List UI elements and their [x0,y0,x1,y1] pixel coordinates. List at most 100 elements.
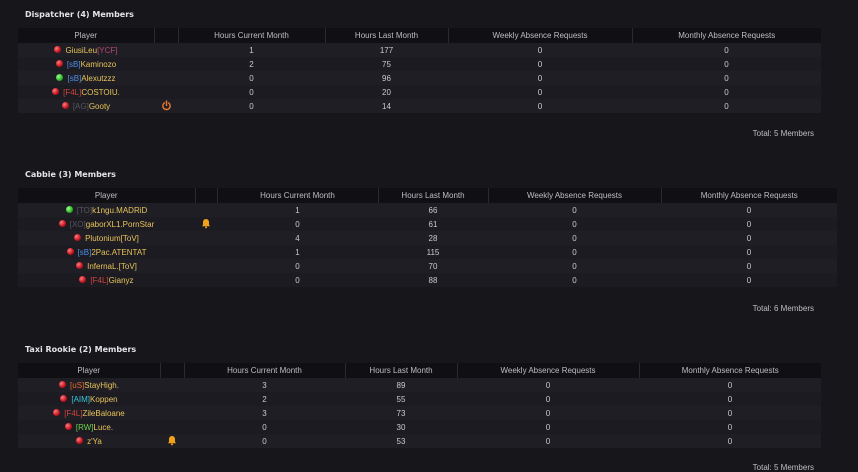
offline-status-icon [66,247,74,255]
cell-monthly: 0 [727,408,733,418]
col-player[interactable]: Player [18,363,161,378]
cell-weekly: 0 [537,87,543,97]
faction-tag: [F4L] [64,408,83,418]
col-hours-last[interactable]: Hours Last Month [378,188,489,203]
col-weekly[interactable]: Weekly Absence Requests [448,28,633,43]
col-monthly[interactable]: Monthly Absence Requests [632,28,821,43]
online-status-icon [65,205,73,213]
table-row: [XO]gaborXL1.PornStar 0 61 0 0 [18,217,837,231]
cell-monthly: 0 [727,436,733,446]
indicator-cell [154,43,178,57]
player-cell: [AIM]Koppen [18,392,160,406]
cell-monthly: 0 [724,73,729,83]
player-name-link[interactable]: GiusiLeu [65,46,97,55]
members-table: Player Hours Current Month Hours Last Mo… [18,363,821,448]
cell-last: 66 [428,205,438,215]
cell-weekly: 0 [545,422,551,432]
indicator-cell [195,273,217,287]
cell-weekly: 0 [545,436,551,446]
table-row: [TO]k1ngu.MADRiD 1 66 0 0 [18,203,837,217]
cell-monthly: 0 [724,101,729,111]
bell-icon [167,435,177,448]
faction-tag: [sB] [77,247,92,257]
cell-monthly: 0 [746,261,752,271]
power-icon [161,99,172,113]
indicator-cell [160,378,184,392]
player-cell: [AG]Gooty [18,99,154,113]
cell-current: 0 [262,436,267,446]
col-monthly[interactable]: Monthly Absence Requests [661,188,837,203]
indicator-cell [195,231,217,245]
cell-weekly: 0 [572,261,577,271]
offline-status-icon [53,408,61,416]
table-row: [AIM]Koppen 2 55 0 0 [18,392,821,406]
player-name-link[interactable]: 2Pac.ATENTAT [91,248,146,257]
player-cell: [TO]k1ngu.MADRiD [18,203,195,217]
cell-current: 2 [249,59,254,69]
col-icon [195,188,218,203]
faction-tag: [AG] [72,101,89,111]
player-cell: [sB]2Pac.ATENTAT [18,245,195,259]
cell-last: 28 [428,233,438,243]
player-name-link[interactable]: Alexutzzz [81,74,115,83]
table-row: GiusiLeu[YCF] 1 177 0 0 [18,43,821,57]
col-hours-current[interactable]: Hours Current Month [184,363,346,378]
col-player[interactable]: Player [18,28,155,43]
col-hours-last[interactable]: Hours Last Month [345,363,458,378]
offline-status-icon [60,394,68,402]
table-row: [F4L]COSTOIU. 0 20 0 0 [18,85,821,99]
player-name-link[interactable]: z'Ya [87,437,102,446]
table-row: [sB]Alexutzzz 0 96 0 0 [18,71,821,85]
cell-weekly: 0 [572,205,577,215]
player-name-link[interactable]: ZileBaloane [82,409,124,418]
player-cell: z'Ya [18,434,160,448]
offline-status-icon [74,233,82,241]
cell-monthly: 0 [724,87,729,97]
cell-monthly: 0 [724,59,729,69]
player-name-link[interactable]: Luce. [94,423,114,432]
cell-monthly: 0 [727,380,733,390]
faction-tag: [RW] [75,422,94,432]
indicator-cell [154,57,178,71]
cell-current: 3 [262,408,267,418]
indicator-cell [195,245,217,259]
cell-weekly: 0 [537,101,543,111]
cell-current: 1 [249,45,254,55]
cell-monthly: 0 [746,205,752,215]
table-row: z'Ya 0 53 0 0 [18,434,821,448]
player-name-link[interactable]: Plutonium[ToV] [85,234,139,243]
col-weekly[interactable]: Weekly Absence Requests [457,363,640,378]
cell-weekly: 0 [572,275,577,285]
player-name-link[interactable]: Gooty [89,102,110,111]
player-name-link[interactable]: StayHigh. [84,381,119,390]
player-name-link[interactable]: COSTOIU. [81,88,120,97]
table-row: [AG]Gooty 0 14 0 0 [18,99,821,113]
cell-last: 61 [428,219,438,229]
cell-last: 14 [382,101,391,111]
player-name-link[interactable]: Kaminozo [81,60,117,69]
player-name-link[interactable]: Gianyz [109,276,134,285]
cell-monthly: 0 [746,233,752,243]
members-table: Player Hours Current Month Hours Last Mo… [18,28,821,113]
col-hours-current[interactable]: Hours Current Month [178,28,326,43]
faction-tag: [AIM] [71,394,91,404]
offline-status-icon [58,219,66,227]
player-name-link[interactable]: Koppen [90,395,118,404]
cell-monthly: 0 [724,45,729,55]
indicator-cell [154,71,178,85]
col-hours-last[interactable]: Hours Last Month [325,28,449,43]
offline-status-icon [59,380,67,388]
col-player[interactable]: Player [18,188,196,203]
player-cell: [sB]Alexutzzz [18,71,154,85]
col-monthly[interactable]: Monthly Absence Requests [639,363,821,378]
table-row: Plutonium[ToV] 4 28 0 0 [18,231,837,245]
cell-last: 75 [382,59,391,69]
player-name-link[interactable]: k1ngu.MADRiD [92,206,147,215]
offline-status-icon [79,275,87,283]
col-hours-current[interactable]: Hours Current Month [217,188,379,203]
player-name-link[interactable]: gaborXL1.PornStar [86,220,155,229]
cell-current: 0 [249,73,254,83]
col-weekly[interactable]: Weekly Absence Requests [488,188,662,203]
player-name-link[interactable]: InfernaL.[ToV] [87,262,137,271]
cell-weekly: 0 [545,394,551,404]
